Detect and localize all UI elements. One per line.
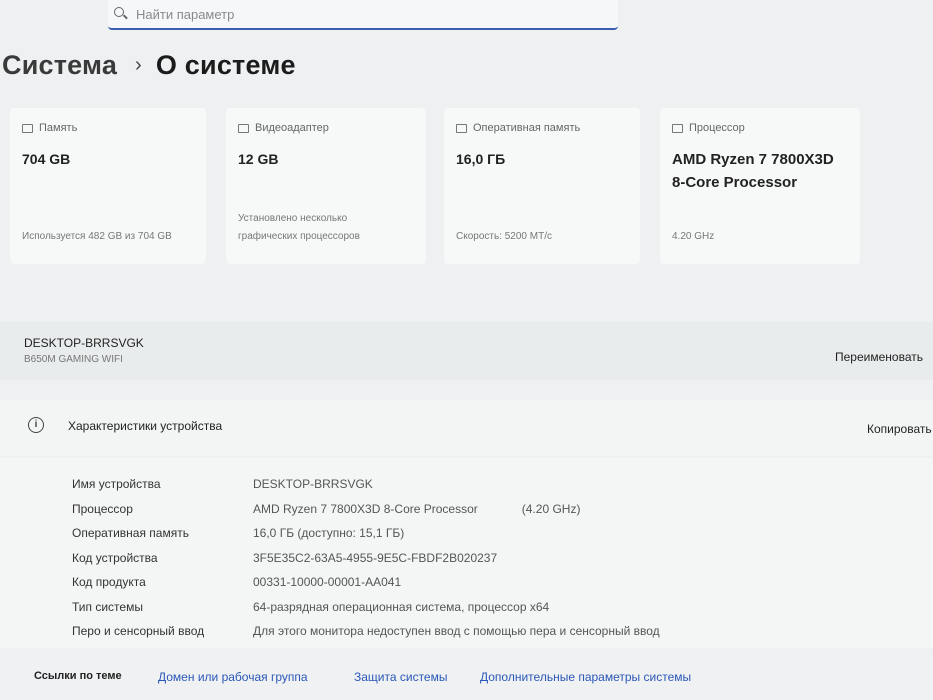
search-icon <box>114 7 128 21</box>
page-title: О системе <box>155 50 296 80</box>
device-name: DESKTOP-BRRSVGK <box>24 336 144 350</box>
ram-value: 16,0 ГБ <box>456 151 506 167</box>
spec-label: Код устройства <box>72 550 158 565</box>
cpu-label: Процессор <box>689 122 745 134</box>
spec-label: Оперативная память <box>72 526 189 541</box>
about-page: Система › О системе Память 704 GB Исполь… <box>0 0 933 700</box>
spec-label: Процессор <box>72 501 133 516</box>
storage-usage: Используется 482 GB из 704 GB <box>22 231 172 242</box>
system-protection-link[interactable]: Защита системы <box>354 670 447 684</box>
advanced-system-settings-link[interactable]: Дополнительные параметры системы <box>480 670 691 684</box>
spec-label: Имя устройства <box>72 477 161 492</box>
storage-value: 704 GB <box>22 151 71 167</box>
search-input[interactable] <box>136 6 576 22</box>
gpu-value: 12 GB <box>238 151 279 167</box>
spec-row-system-type: Тип системы 64-разрядная операционная си… <box>72 595 660 620</box>
spec-row-device-name: Имя устройства DESKTOP-BRRSVGK <box>72 472 660 497</box>
spec-frequency: (4.20 GHz) <box>521 501 581 516</box>
spec-row-ram: Оперативная память 16,0 ГБ (доступно: 15… <box>72 521 660 546</box>
spec-value: AMD Ryzen 7 7800X3D 8-Core Processor <box>253 501 478 516</box>
processor-icon <box>672 123 683 133</box>
gpu-note: Установлено несколько графических процес… <box>238 213 360 242</box>
spec-list: Имя устройства DESKTOP-BRRSVGK Процессор… <box>72 472 660 644</box>
related-links-label: Ссылки по теме <box>34 670 122 682</box>
device-name-row: DESKTOP-BRRSVGK B650M GAMING WIFI Переим… <box>0 322 933 380</box>
spec-value: 16,0 ГБ (доступно: 15,1 ГБ) <box>253 526 405 541</box>
spec-row-pen-touch: Перо и сенсорный ввод Для этого монитора… <box>72 619 660 644</box>
spec-row-processor: Процессор AMD Ryzen 7 7800X3D 8-Core Pro… <box>72 497 660 522</box>
breadcrumb: Система › О системе <box>2 50 296 81</box>
spec-label: Тип системы <box>72 599 143 614</box>
device-specs-body: Имя устройства DESKTOP-BRRSVGK Процессор… <box>0 458 933 648</box>
spec-value: DESKTOP-BRRSVGK <box>253 477 373 492</box>
copy-button[interactable]: Копировать <box>867 422 933 436</box>
cpu-card[interactable]: Процессор AMD Ryzen 7 7800X3D 8-Core Pro… <box>660 108 860 264</box>
spec-row-product-id: Код продукта 00331-10000-00001-AA041 <box>72 570 660 595</box>
ram-speed: Скорость: 5200 МТ/с <box>456 231 552 242</box>
storage-icon <box>22 123 33 133</box>
storage-card[interactable]: Память 704 GB Используется 482 GB из 704… <box>10 108 206 264</box>
spec-row-device-id: Код устройства 3F5E35C2-63A5-4955-9E5C-F… <box>72 546 660 571</box>
gpu-label: Видеоадаптер <box>255 122 329 134</box>
memory-icon <box>456 123 467 133</box>
device-model: B650M GAMING WIFI <box>24 354 123 365</box>
gpu-icon <box>238 123 249 133</box>
ram-card[interactable]: Оперативная память 16,0 ГБ Скорость: 520… <box>444 108 640 264</box>
gpu-card[interactable]: Видеоадаптер 12 GB Установлено несколько… <box>226 108 426 264</box>
spec-label: Код продукта <box>72 575 146 590</box>
device-specs-title: Характеристики устройства <box>68 419 223 433</box>
domain-workgroup-link[interactable]: Домен или рабочая группа <box>158 670 308 684</box>
spec-value: 00331-10000-00001-AA041 <box>253 575 402 590</box>
spec-value: 64-разрядная операционная система, проце… <box>253 599 550 614</box>
storage-label: Память <box>39 122 78 134</box>
cpu-value: AMD Ryzen 7 7800X3D 8-Core Processor <box>672 151 834 191</box>
related-links: Ссылки по теме Домен или рабочая группа … <box>0 656 933 700</box>
spec-value: 3F5E35C2-63A5-4955-9E5C-FBDF2B020237 <box>253 550 498 565</box>
spec-label: Перо и сенсорный ввод <box>72 624 205 639</box>
chevron-right-icon: › <box>135 54 142 76</box>
search-box[interactable] <box>108 0 618 30</box>
device-specs-header[interactable]: i Характеристики устройства Копировать <box>0 400 933 456</box>
info-icon: i <box>28 417 44 433</box>
breadcrumb-parent[interactable]: Система <box>2 50 117 81</box>
rename-button[interactable]: Переименовать <box>835 350 933 364</box>
spec-value: Для этого монитора недоступен ввод с пом… <box>253 624 660 639</box>
ram-label: Оперативная память <box>473 122 581 134</box>
cpu-frequency: 4.20 GHz <box>672 231 715 242</box>
